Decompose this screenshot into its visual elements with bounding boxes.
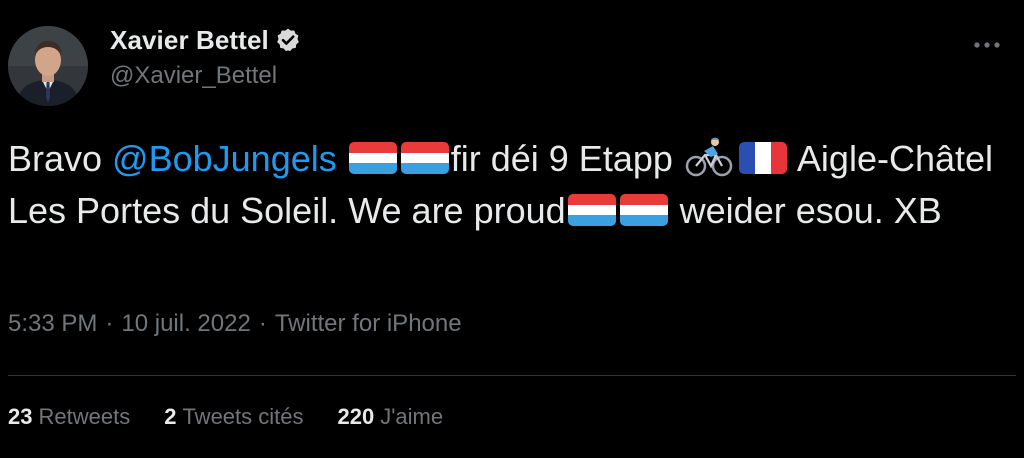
profile-photo-icon [8, 26, 88, 106]
retweets-label: Retweets [38, 404, 131, 429]
divider [8, 375, 1016, 376]
meta-separator: · [258, 310, 267, 337]
bicyclist-icon [685, 137, 733, 177]
likes-stat[interactable]: 220 J'aime [338, 404, 444, 430]
tweet-text-part: Bravo [8, 138, 113, 179]
author-name-row[interactable]: Xavier Bettel [110, 24, 301, 56]
author-handle[interactable]: @Xavier_Bettel [110, 62, 277, 90]
flag-france-icon [738, 142, 787, 174]
flag-luxembourg-icon [567, 194, 616, 226]
tweet-text-part: fir déi 9 Etapp [450, 138, 673, 179]
more-dots-icon [974, 42, 1000, 48]
flag-luxembourg-icon [348, 142, 397, 174]
quote-tweets-count: 2 [164, 404, 177, 429]
mention-link[interactable]: @BobJungels [112, 138, 337, 179]
engagement-stats: 23 Retweets 2 Tweets cités 220 J'aime [8, 404, 443, 430]
author-display-name[interactable]: Xavier Bettel [110, 25, 269, 56]
flag-luxembourg-icon [400, 142, 449, 174]
more-options-button[interactable] [960, 30, 1014, 60]
quote-tweets-label: Tweets cités [182, 404, 304, 429]
tweet: Xavier Bettel @Xavier_Bettel Bravo @BobJ… [0, 0, 1024, 458]
meta-separator: · [105, 310, 114, 337]
tweet-text-part: weider esou. XB [669, 190, 942, 231]
tweet-source-link[interactable]: Twitter for iPhone [275, 310, 462, 338]
quote-tweets-stat[interactable]: 2 Tweets cités [164, 404, 303, 430]
verified-badge-icon [275, 27, 301, 53]
avatar[interactable] [8, 26, 88, 106]
tweet-date[interactable]: 10 juil. 2022 [121, 310, 250, 338]
tweet-text: Bravo @BobJungels fir déi 9 Etapp Aigle-… [8, 133, 1008, 237]
retweets-stat[interactable]: 23 Retweets [8, 404, 130, 430]
tweet-time[interactable]: 5:33 PM [8, 310, 97, 338]
likes-count: 220 [337, 404, 375, 429]
likes-label: J'aime [380, 404, 444, 429]
tweet-meta: 5:33 PM · 10 juil. 2022 · Twitter for iP… [8, 310, 462, 338]
retweets-count: 23 [8, 404, 33, 429]
flag-luxembourg-icon [619, 194, 668, 226]
